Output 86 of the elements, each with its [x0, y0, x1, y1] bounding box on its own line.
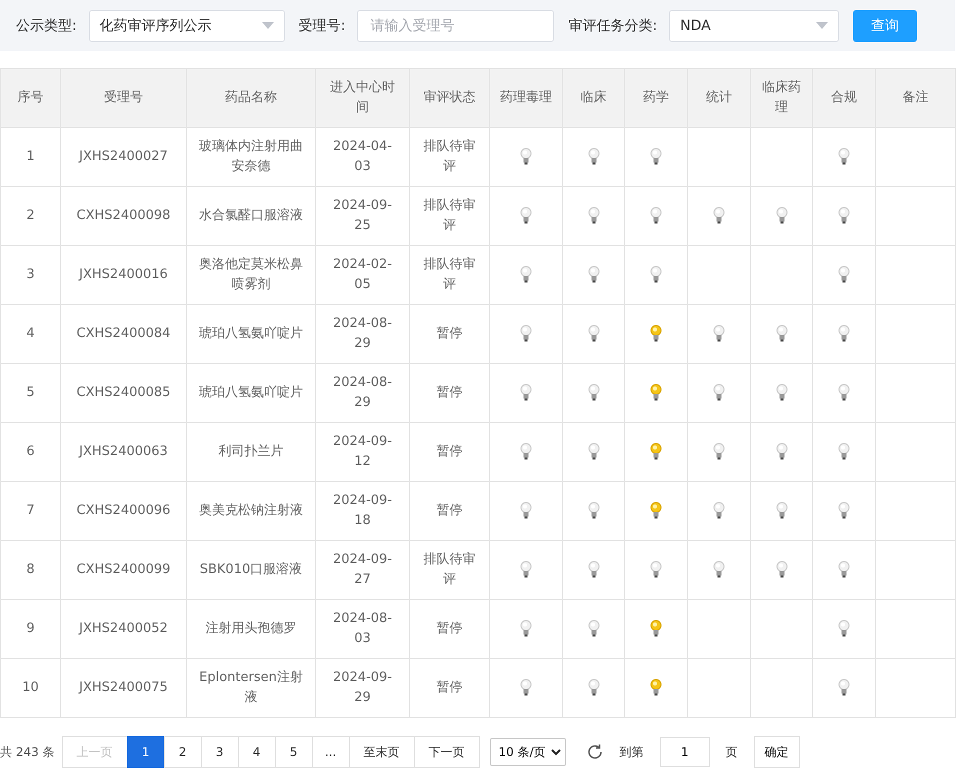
table-cell: 暂停	[410, 422, 490, 482]
table-cell: 10	[0, 658, 60, 718]
table-cell: 2024-08-03	[316, 600, 410, 658]
table-cell: 奥美克松钠注射液	[186, 482, 316, 540]
table-cell: 2024-09-12	[316, 422, 410, 482]
table-cell: CXHS2400099	[60, 540, 186, 600]
table-cell: 3	[0, 246, 60, 304]
table-cell: 暂停	[410, 304, 490, 364]
page-button[interactable]: ...	[312, 736, 350, 768]
column-header: 审评状态	[410, 68, 490, 128]
table-cell: 9	[0, 600, 60, 658]
table-cell: Eplontersen注射液	[186, 658, 316, 718]
next-page-button[interactable]: 下一页	[414, 736, 480, 768]
table-cell: 排队待审评	[410, 128, 490, 186]
column-header: 临床药理	[750, 68, 812, 128]
table-cell: 琥珀八氢氨吖啶片	[186, 304, 316, 364]
page-button[interactable]: 4	[238, 736, 276, 768]
column-header: 临床	[562, 68, 624, 128]
table-cell: 7	[0, 482, 60, 540]
last-page-button[interactable]: 至末页	[348, 736, 415, 768]
table-cell: 暂停	[410, 482, 490, 540]
table-cell: 水合氯醛口服溶液	[186, 186, 316, 246]
column-header: 药学	[624, 68, 688, 128]
page-button[interactable]: 5	[274, 736, 313, 768]
page-button[interactable]: 3	[200, 736, 239, 768]
table-cell: 2024-09-29	[316, 658, 410, 718]
table-cell: CXHS2400085	[60, 364, 186, 422]
column-header: 药理毒理	[490, 68, 562, 128]
table-cell: 2024-02-05	[316, 246, 410, 304]
table-cell: 2024-04-03	[316, 128, 410, 186]
total-count: 共 243 条	[0, 744, 55, 760]
table-cell: 8	[0, 540, 60, 600]
page-unit-label: 页	[726, 744, 738, 760]
table-cell: 排队待审评	[410, 246, 490, 304]
table-cell: 玻璃体内注射用曲安奈德	[186, 128, 316, 186]
table-cell: 利司扑兰片	[186, 422, 316, 482]
table-cell: SBK010口服溶液	[186, 540, 316, 600]
table-cell: JXHS2400063	[60, 422, 186, 482]
column-header: 药品名称	[186, 68, 316, 128]
select-field[interactable]: NDA	[669, 10, 840, 42]
select-field[interactable]: 化药审评序列公示	[88, 10, 285, 42]
table-cell: 5	[0, 364, 60, 422]
table-cell: 2024-09-25	[316, 186, 410, 246]
table-cell: 1	[0, 128, 60, 186]
table-cell: 暂停	[410, 364, 490, 422]
table-cell: 暂停	[410, 600, 490, 658]
column-header: 统计	[688, 68, 750, 128]
table-cell: 排队待审评	[410, 540, 490, 600]
table-cell: 2024-08-29	[316, 304, 410, 364]
table-cell: CXHS2400098	[60, 186, 186, 246]
table-cell: 暂停	[410, 658, 490, 718]
column-header: 进入中心时间	[316, 68, 410, 128]
table-cell: CXHS2400096	[60, 482, 186, 540]
table-cell: 4	[0, 304, 60, 364]
refresh-icon[interactable]	[586, 743, 604, 761]
caret-icon	[262, 22, 274, 29]
table-cell: 琥珀八氢氨吖啶片	[186, 364, 316, 422]
table-cell: JXHS2400027	[60, 128, 186, 186]
table-cell: JXHS2400075	[60, 658, 186, 718]
filter-label: 审评任务分类:	[568, 16, 658, 34]
confirm-button[interactable]: 确定	[754, 736, 800, 768]
filter-label: 受理号:	[298, 16, 346, 34]
table-cell: 2024-09-18	[316, 482, 410, 540]
table-cell: 注射用头孢德罗	[186, 600, 316, 658]
goto-label: 到第	[620, 744, 644, 760]
page-size-select[interactable]: 10 条/页	[490, 738, 566, 766]
input-field[interactable]: 请输入受理号	[357, 10, 554, 42]
table-cell: 2	[0, 186, 60, 246]
column-header: 序号	[0, 68, 60, 128]
table-cell: JXHS2400052	[60, 600, 186, 658]
table-cell: 2024-08-29	[316, 364, 410, 422]
page-button[interactable]: 1	[126, 736, 165, 768]
table-cell: 2024-09-27	[316, 540, 410, 600]
column-header: 备注	[876, 68, 956, 128]
table-cell: 排队待审评	[410, 186, 490, 246]
table-cell: JXHS2400016	[60, 246, 186, 304]
table-cell: 奥洛他定莫米松鼻喷雾剂	[186, 246, 316, 304]
table-cell: 6	[0, 422, 60, 482]
column-header: 受理号	[60, 68, 186, 128]
chevron-icon	[550, 748, 561, 756]
filter-label: 公示类型:	[16, 16, 77, 34]
caret-icon	[816, 22, 828, 29]
table-cell: CXHS2400084	[60, 304, 186, 364]
column-header: 合规	[812, 68, 876, 128]
page-button[interactable]: 2	[164, 736, 202, 768]
page-input[interactable]: 1	[660, 737, 710, 767]
